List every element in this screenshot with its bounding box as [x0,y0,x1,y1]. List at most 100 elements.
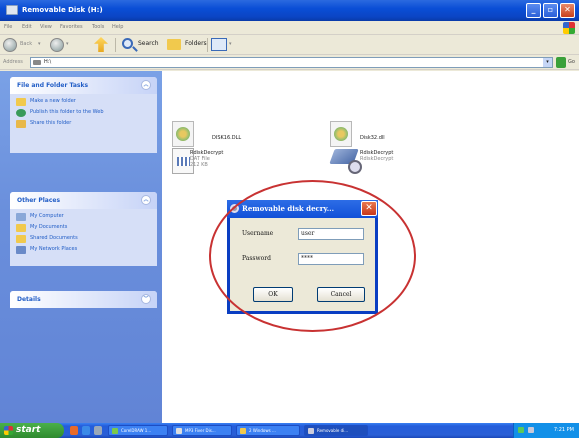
collapse-icon[interactable]: ︽ [141,195,151,205]
drive-icon [6,5,18,15]
menu-view[interactable]: View [40,24,52,30]
password-label: Password [242,255,271,262]
tray-icon[interactable] [528,427,534,433]
file-description: RdiskDecrypt [360,156,394,162]
documents-folder-icon [16,224,26,232]
disk-application-icon [308,428,314,434]
dialog-title-bar[interactable]: Removable disk decry... ✕ [227,200,378,218]
file-size: 212 KB [190,162,208,168]
quicklaunch-icon[interactable] [94,426,102,435]
taskbar-item-active[interactable]: Removable di... [304,425,368,436]
place-shared-documents[interactable]: Shared Documents [16,235,151,243]
task-make-folder[interactable]: Make a new folder [16,98,151,106]
taskbar-item[interactable]: 2 Windows ... [236,425,300,436]
back-label[interactable]: Back [20,41,32,47]
quicklaunch-icon[interactable] [70,426,78,435]
taskbar-item[interactable]: MP3 Fiver Dis... [172,425,232,436]
search-button[interactable]: Search [138,40,159,47]
task-label: Publish this folder to the Web [30,109,104,115]
expand-icon[interactable]: ︾ [141,294,151,304]
network-icon [16,246,26,254]
place-my-documents[interactable]: My Documents [16,224,151,232]
file-item[interactable]: RdiskDecrypt DAT File 212 KB [172,146,272,186]
other-places-pane: Other Places ︽ My Computer My Documents … [10,192,157,266]
dll-file-icon [330,121,352,147]
menu-help[interactable]: Help [112,24,123,30]
forward-dropdown-icon[interactable]: ▾ [66,41,69,47]
pane-header[interactable]: Other Places ︽ [10,192,157,209]
username-field[interactable]: user [298,228,364,240]
folder-up-icon[interactable] [94,37,108,52]
system-tray: 7:21 PM [513,423,579,438]
pane-header[interactable]: File and Folder Tasks ︽ [10,77,157,94]
folder-icon [240,428,246,434]
pane-title: File and Folder Tasks [17,82,89,89]
taskbar-item[interactable]: CorelDRAW 1... [108,425,168,436]
back-dropdown-icon[interactable]: ▾ [38,41,41,47]
search-icon[interactable] [122,38,133,49]
go-button[interactable]: Go [568,59,575,65]
toolbar-divider [207,38,208,52]
place-network-places[interactable]: My Network Places [16,246,151,254]
windows-logo-icon [4,426,13,435]
dll-file-icon [172,121,194,147]
shared-folder-icon [16,120,26,128]
menu-tools[interactable]: Tools [92,24,104,30]
file-name: Disk32.dll [360,135,385,141]
dialog-close-button[interactable]: ✕ [361,201,377,216]
task-label: Share this folder [30,120,72,126]
folders-button[interactable]: Folders [185,40,207,47]
task-panel: File and Folder Tasks ︽ Make a new folde… [0,71,162,423]
folders-icon[interactable] [167,39,181,50]
decrypt-dialog: Removable disk decry... ✕ Username user … [227,200,378,314]
cancel-button[interactable]: Cancel [317,287,365,302]
toolbar-divider [115,38,116,52]
tray-icon[interactable] [518,427,524,433]
address-input[interactable]: H:\ ▾ [30,57,553,68]
dialog-title: Removable disk decry... [242,204,335,213]
task-publish-web[interactable]: Publish this folder to the Web [16,109,151,117]
shared-folder-icon [16,235,26,243]
window-title: Removable Disk (H:) [22,6,103,14]
taskbar-label: Removable di... [317,428,349,433]
menu-file[interactable]: File [4,24,12,30]
ok-button[interactable]: OK [253,287,293,302]
address-bar: Address H:\ ▾ Go [0,55,579,70]
address-dropdown-icon[interactable]: ▾ [543,58,552,67]
start-label: start [16,425,41,435]
address-value: H:\ [44,59,52,65]
back-arrow-icon[interactable] [3,38,17,52]
taskbar: start CorelDRAW 1... MP3 Fiver Dis... 2 … [0,423,579,438]
views-icon[interactable] [211,38,227,51]
globe-icon [16,109,26,117]
title-bar[interactable]: Removable Disk (H:) _ ▫ ✕ [0,0,579,21]
go-arrow-icon[interactable] [556,57,566,68]
maximize-button[interactable]: ▫ [543,3,558,18]
close-button[interactable]: ✕ [560,3,575,18]
disk-application-icon [230,204,239,213]
ie-icon[interactable] [82,426,90,435]
username-label: Username [242,230,274,237]
place-label: Shared Documents [30,235,78,241]
views-dropdown-icon[interactable]: ▾ [229,41,232,47]
file-name: DISK16.DLL [212,135,242,141]
password-field[interactable]: **** [298,253,364,265]
pane-title: Details [17,296,41,303]
place-my-computer[interactable]: My Computer [16,213,151,221]
place-label: My Network Places [30,246,78,252]
collapse-icon[interactable]: ︽ [141,80,151,90]
pane-title: Other Places [17,197,61,204]
app-icon [176,428,182,434]
app-icon [112,428,118,434]
taskbar-label: CorelDRAW 1... [121,428,152,433]
clock: 7:21 PM [553,427,574,433]
new-folder-icon [16,98,26,106]
task-share-folder[interactable]: Share this folder [16,120,151,128]
menu-favorites[interactable]: Favorites [60,24,83,30]
menu-edit[interactable]: Edit [22,24,32,30]
forward-arrow-icon[interactable] [50,38,64,52]
file-item[interactable]: RdiskDecrypt RdiskDecrypt [330,146,430,186]
pane-header[interactable]: Details ︾ [10,291,157,308]
start-button[interactable]: start [0,423,64,438]
minimize-button[interactable]: _ [526,3,541,18]
